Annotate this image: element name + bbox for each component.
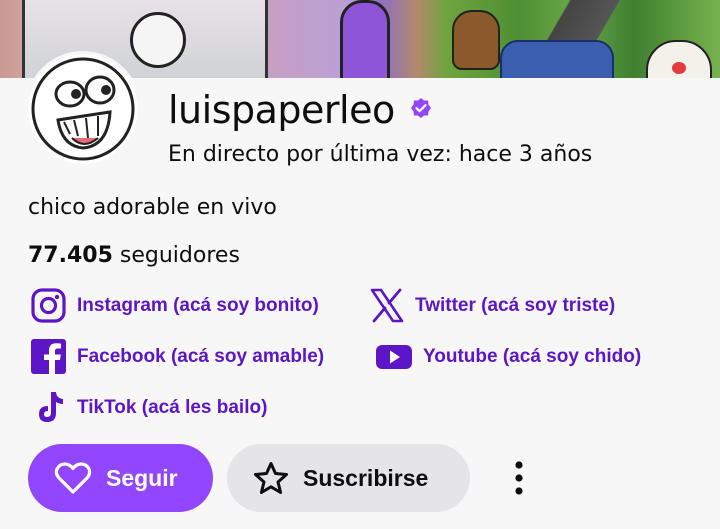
channel-name: luispaperleo (168, 88, 395, 132)
verified-badge-icon (411, 98, 431, 118)
heart-icon (54, 462, 92, 494)
x-twitter-icon (370, 288, 404, 323)
subscribe-button[interactable]: Suscribirse (227, 444, 470, 512)
tiktok-icon (39, 392, 63, 422)
social-label-twitter: Twitter (acá soy triste) (415, 294, 616, 316)
facebook-icon (31, 339, 66, 374)
follow-label: Seguir (106, 464, 178, 491)
followers-count: 77.405 seguidores (28, 243, 240, 268)
followers-label: seguidores (119, 243, 240, 268)
social-link-twitter[interactable]: Twitter (acá soy triste) (368, 287, 615, 324)
avatar[interactable] (28, 54, 138, 164)
banner-clown-drawing (646, 40, 712, 78)
more-options-button[interactable] (502, 456, 536, 500)
follow-button[interactable]: Seguir (28, 444, 213, 512)
banner-purple-door-drawing (340, 0, 390, 78)
social-link-instagram[interactable]: Instagram (acá soy bonito) (30, 287, 319, 324)
channel-bio: chico adorable en vivo (28, 195, 277, 220)
social-label-facebook: Facebook (acá soy amable) (77, 345, 325, 367)
more-vertical-icon (515, 461, 523, 495)
banner-mole-drawing (452, 10, 500, 70)
youtube-icon (376, 345, 412, 369)
troll-face-avatar-icon (31, 57, 135, 161)
followers-number: 77.405 (28, 243, 113, 268)
star-icon (254, 462, 288, 494)
banner-person-drawing (130, 12, 186, 68)
social-label-instagram: Instagram (acá soy bonito) (77, 294, 319, 316)
social-link-youtube[interactable]: Youtube (acá soy chido) (375, 338, 641, 375)
social-link-tiktok[interactable]: TikTok (acá les bailo) (30, 389, 267, 426)
social-link-facebook[interactable]: Facebook (acá soy amable) (30, 338, 324, 375)
banner-car-drawing (500, 40, 614, 78)
social-label-tiktok: TikTok (acá les bailo) (77, 396, 268, 418)
social-label-youtube: Youtube (acá soy chido) (423, 345, 642, 367)
subscribe-label: Suscribirse (303, 464, 429, 491)
instagram-icon (31, 288, 66, 323)
last-live-status: En directo por última vez: hace 3 años (168, 142, 593, 167)
